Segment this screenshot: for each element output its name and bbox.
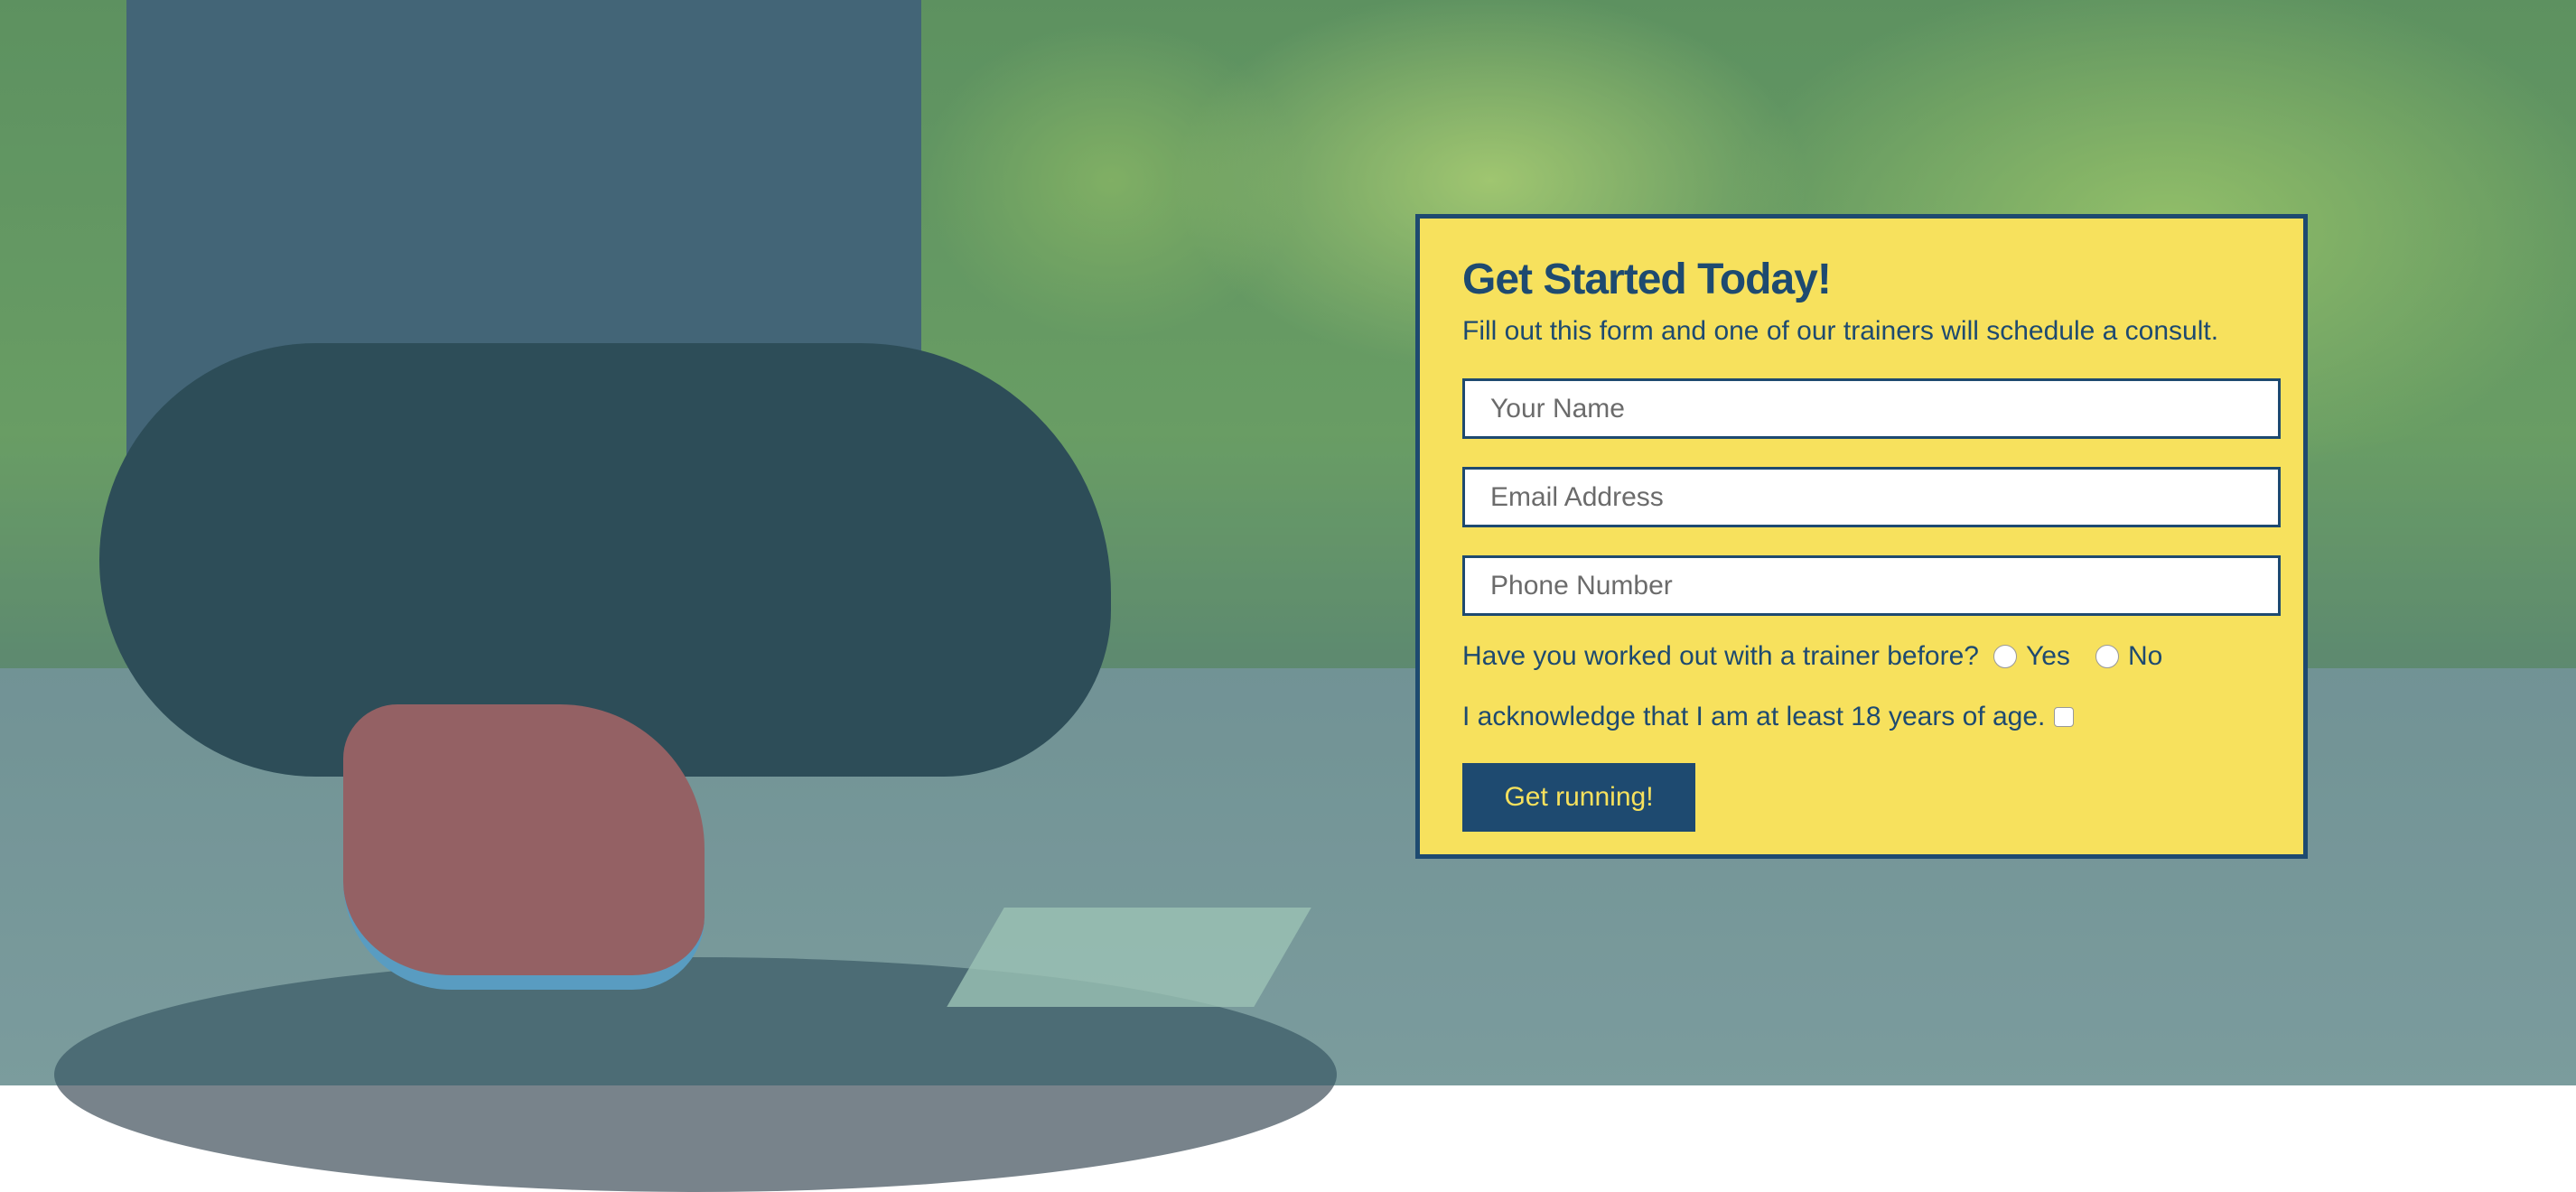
radio-no-label[interactable]: No [2128, 641, 2162, 672]
age-ack-checkbox[interactable] [2054, 707, 2075, 727]
age-ack-row: I acknowledge that I am at least 18 year… [1462, 702, 2075, 732]
submit-button[interactable]: Get running! [1462, 763, 1695, 832]
form-title: Get Started Today! [1462, 256, 1832, 303]
age-ack-label: I acknowledge that I am at least 18 year… [1462, 702, 2046, 731]
phone-input[interactable] [1462, 555, 2281, 616]
name-input[interactable] [1462, 378, 2281, 439]
trainer-question-row: Have you worked out with a trainer befor… [1462, 641, 2162, 672]
radio-yes-label[interactable]: Yes [2026, 641, 2070, 672]
signup-form: Get Started Today! Fill out this form an… [1415, 214, 2308, 859]
radio-yes[interactable] [1993, 645, 2017, 668]
form-subtitle: Fill out this form and one of our traine… [1462, 316, 2219, 346]
radio-no[interactable] [2095, 645, 2119, 668]
trainer-question-label: Have you worked out with a trainer befor… [1462, 641, 1979, 671]
email-input[interactable] [1462, 467, 2281, 527]
